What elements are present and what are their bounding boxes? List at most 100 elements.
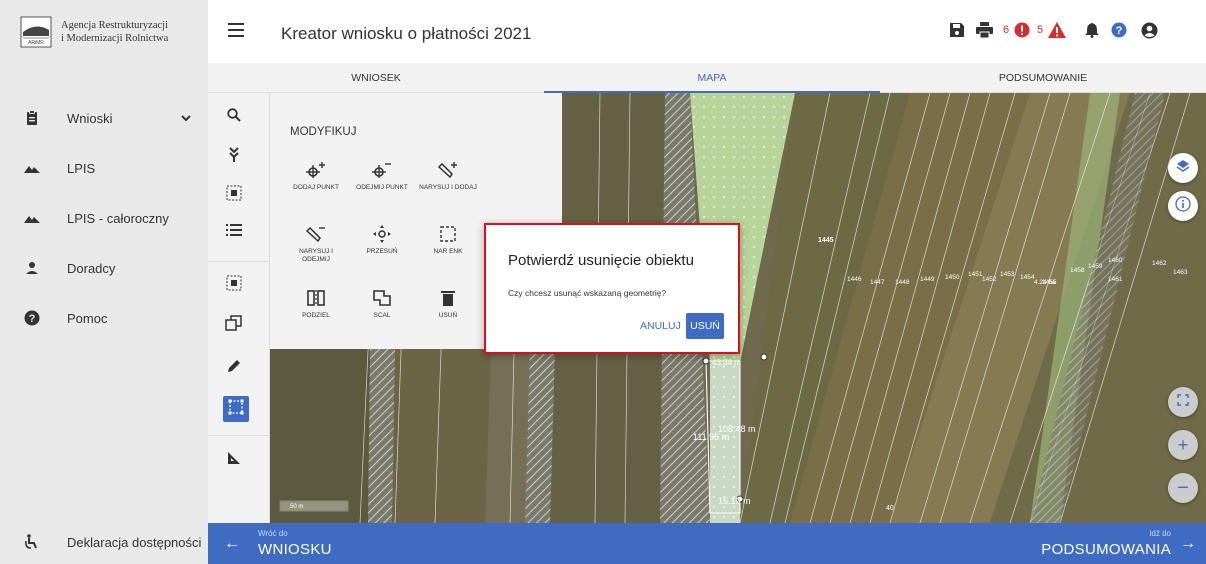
fullscreen-icon <box>1177 393 1189 411</box>
sidebar-item-lpis-caloroczny[interactable]: LPIS - całoroczny <box>0 198 208 238</box>
mountain-icon <box>24 210 40 226</box>
search-tool[interactable] <box>222 105 246 129</box>
errors-count: 6 <box>1003 24 1010 36</box>
fullscreen-button[interactable] <box>1168 387 1198 417</box>
tab-mapa[interactable]: MAPA <box>544 63 880 93</box>
trash-icon <box>418 288 478 308</box>
parcel-label: 1459 <box>1088 263 1103 270</box>
notification-bell-icon[interactable] <box>1085 22 1099 43</box>
logo-mark-text: ARiMR <box>28 40 44 46</box>
delete-button[interactable]: USUŃ <box>418 288 478 320</box>
back-big-label: WNIOSKU <box>258 541 332 558</box>
tab-podsumowanie[interactable]: PODSUMOWANIE <box>880 63 1206 93</box>
draw-add-icon <box>418 160 478 180</box>
copy-icon <box>225 314 243 337</box>
print-icon[interactable] <box>976 22 993 43</box>
logo-text: Agencja Restrukturyzacji i Modernizacji … <box>61 19 168 45</box>
measure-angle-icon <box>227 451 241 470</box>
select-area-tool[interactable] <box>222 183 246 207</box>
delete-label: USUŃ <box>438 312 458 319</box>
move-icon <box>352 224 412 244</box>
list-tool[interactable] <box>222 220 246 244</box>
sidebar-item-label: Doradcy <box>67 260 116 276</box>
parcel-label: 1462 <box>1152 260 1167 267</box>
modify-tool-active[interactable] <box>223 396 249 422</box>
sidebar-item-label: LPIS <box>67 160 96 176</box>
confirm-delete-button[interactable]: USUŃ <box>686 313 724 339</box>
measurement-label: 43.34 m <box>712 358 741 367</box>
zoom-in-button[interactable]: + <box>1168 430 1198 460</box>
parcel-label: 1454 <box>1020 274 1035 281</box>
sidebar-item-doradcy[interactable]: Doradcy <box>0 248 208 288</box>
move-button[interactable]: PRZESUŃ <box>352 224 412 256</box>
parcel-label: 1447 <box>870 279 885 286</box>
measure-tool[interactable] <box>222 448 246 472</box>
remove-point-icon <box>352 160 412 180</box>
zoom-out-button[interactable]: − <box>1168 473 1198 503</box>
help-icon[interactable]: ? <box>1111 22 1127 43</box>
split-label: PODZIEL <box>302 312 330 319</box>
parcel-label: 1463 <box>1173 269 1188 276</box>
accessibility-link[interactable]: Deklaracja dostępności <box>0 520 208 564</box>
accessibility-icon <box>24 534 38 555</box>
tab-wniosek[interactable]: WNIOSEK <box>208 63 544 93</box>
modify-geometry-icon <box>228 399 244 420</box>
logo-line-2: i Modernizacji Rolnictwa <box>61 32 169 44</box>
parcel-label: 1461 <box>1108 276 1123 283</box>
back-button[interactable]: ← Wróć do WNIOSKU <box>208 523 408 564</box>
layers-icon <box>1176 159 1190 178</box>
app-root: ARiMR Agencja Restrukturyzacji i Moderni… <box>0 0 1206 564</box>
edit-tool[interactable] <box>222 356 246 380</box>
parcel-label: 1452 <box>982 276 997 283</box>
search-icon <box>227 107 241 127</box>
plus-icon: + <box>1177 435 1189 455</box>
remove-point-button[interactable]: ODEJMIJ PUNKT <box>352 160 412 192</box>
next-big-label: PODSUMOWANIA <box>1041 541 1171 558</box>
account-icon[interactable] <box>1141 22 1158 44</box>
draw-enclave-label: NAR ENK <box>433 248 463 255</box>
logo[interactable]: ARiMR Agencja Restrukturyzacji i Moderni… <box>0 0 208 63</box>
chevron-down-icon[interactable] <box>180 111 192 129</box>
add-point-label: DODAJ PUNKT <box>293 184 339 191</box>
sidebar-item-pomoc[interactable]: ? Pomoc <box>0 298 208 338</box>
pin-tool[interactable] <box>222 145 246 169</box>
person-icon <box>24 260 40 276</box>
parcel-label: 1445 <box>818 237 834 244</box>
merge-button[interactable]: SCAL <box>352 288 412 320</box>
tabs: WNIOSEK MAPA PODSUMOWANIE <box>208 63 1206 93</box>
remove-point-label: ODEJMIJ PUNKT <box>356 184 408 191</box>
error-icon[interactable] <box>1014 22 1030 43</box>
parcel-label: 1449 <box>920 276 935 283</box>
split-button[interactable]: PODZIEL <box>286 288 346 320</box>
copy-geometry-tool[interactable] <box>222 313 246 337</box>
sidebar-item-wnioski[interactable]: Wnioski <box>0 98 208 138</box>
info-button[interactable] <box>1168 191 1198 221</box>
warning-icon[interactable] <box>1048 22 1066 43</box>
draw-add-button[interactable]: NARYSUJ I DODAJ <box>418 160 478 192</box>
arrow-right-icon: → <box>1180 535 1196 552</box>
select-feature-tool[interactable] <box>222 273 246 297</box>
draw-subtract-button[interactable]: NARYSUJ I ODEJMIJ <box>286 224 346 264</box>
draw-subtract-icon <box>286 224 346 244</box>
sidebar: ARiMR Agencja Restrukturyzacji i Moderni… <box>0 0 208 564</box>
info-icon <box>1175 195 1191 217</box>
next-button[interactable]: Idź do PODSUMOWANIA → <box>986 523 1206 564</box>
sidebar-item-label: LPIS - całoroczny <box>67 210 169 226</box>
draw-enclave-button[interactable]: NAR ENK <box>418 224 478 256</box>
header-actions: 6 5 ? <box>208 22 1206 42</box>
dialog-text: Czy chcesz usunąć wskazaną geometrię? <box>508 288 667 298</box>
save-icon[interactable] <box>949 22 965 43</box>
panel-title: MODYFIKUJ <box>290 126 357 138</box>
add-point-icon <box>286 160 346 180</box>
add-point-button[interactable]: DODAJ PUNKT <box>286 160 346 192</box>
merge-label: SCAL <box>373 312 391 319</box>
cancel-button[interactable]: ANULUJ <box>636 313 685 339</box>
clipboard-icon <box>24 110 40 126</box>
accessibility-label: Deklaracja dostępności <box>67 535 202 550</box>
layers-button[interactable] <box>1168 153 1198 183</box>
minus-icon: − <box>1177 477 1189 499</box>
sidebar-item-lpis[interactable]: LPIS <box>0 148 208 188</box>
help-icon: ? <box>24 310 40 326</box>
mountain-icon <box>24 160 40 176</box>
pencil-icon <box>227 359 241 378</box>
